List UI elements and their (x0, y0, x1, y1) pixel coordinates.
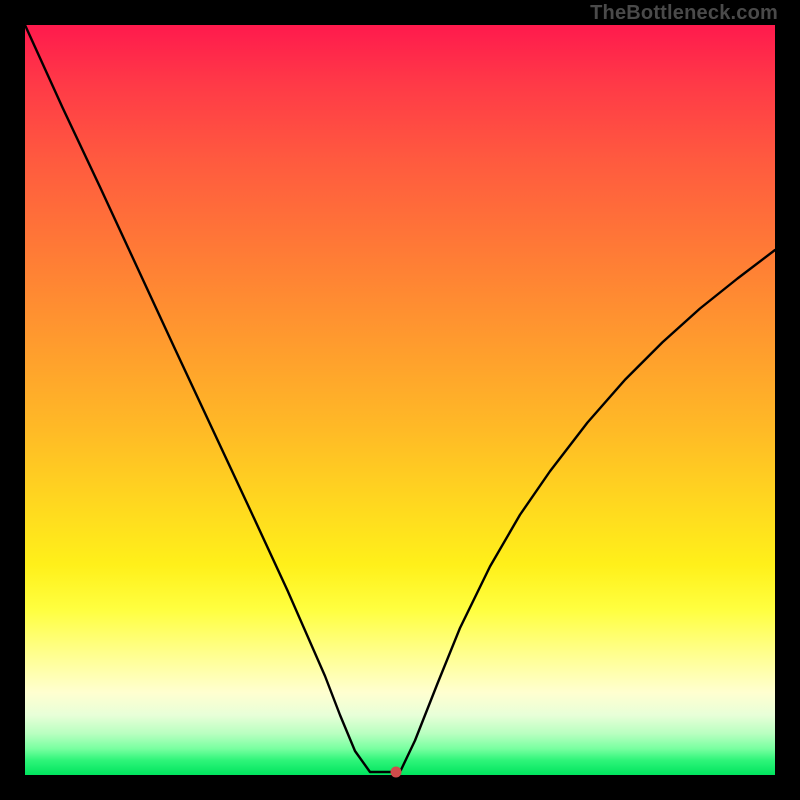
curve-svg (25, 25, 775, 775)
watermark-text: TheBottleneck.com (590, 2, 778, 25)
plot-area (25, 25, 775, 775)
bottleneck-curve (25, 25, 775, 772)
chart-frame: TheBottleneck.com (0, 0, 800, 800)
optimum-marker (391, 767, 402, 778)
